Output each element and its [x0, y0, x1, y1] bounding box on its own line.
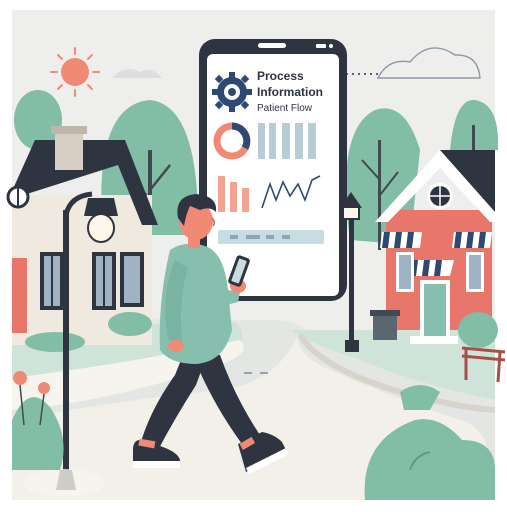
phone-title-line1: Process — [257, 69, 304, 83]
trash-can-icon — [370, 310, 400, 340]
progress-strip — [218, 230, 324, 244]
phone: Process Information Patient Flow — [199, 39, 347, 301]
gear-icon — [212, 72, 252, 112]
phone-subtitle: Patient Flow — [257, 103, 313, 114]
window-left-house — [40, 252, 144, 310]
awning-right — [452, 232, 492, 248]
awning-left — [380, 232, 422, 248]
phone-title-line2: Information — [257, 85, 323, 99]
illustration-scene: Process Information Patient Flow — [0, 0, 507, 512]
